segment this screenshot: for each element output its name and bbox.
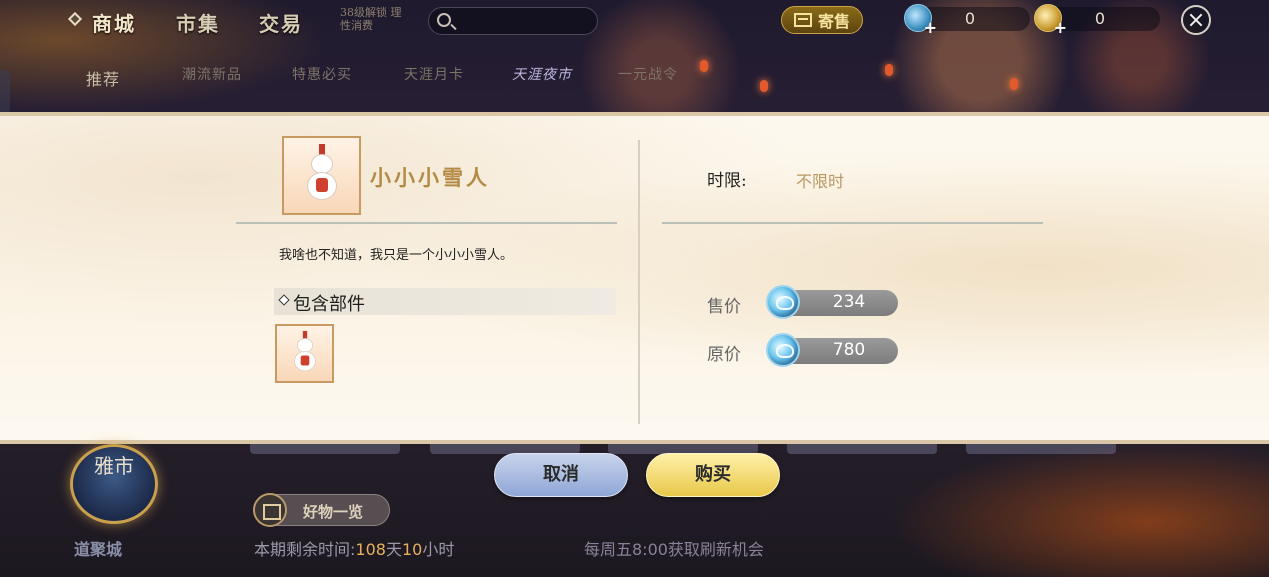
daojucheng-logo: 道聚城 [74,540,123,559]
subtab-new[interactable]: 潮流新品 [182,64,242,84]
jade-coin-icon [766,285,800,319]
part-item-slot[interactable] [275,324,334,383]
jade-coin-icon [766,333,800,367]
unlock-note: 38级解锁 理性消费 [340,6,402,32]
subtab-night-market[interactable]: 天涯夜市 [512,64,572,84]
sub-tab-bar: 推荐 潮流新品 特惠必买 天涯月卡 天涯夜市 一元战令 [0,58,760,89]
close-icon[interactable] [1181,5,1211,35]
blue-coin-add-icon[interactable] [904,4,937,37]
divider [638,140,640,424]
nav-active-indicator [67,11,83,27]
subtab-battle-pass[interactable]: 一元战令 [618,64,678,84]
gold-coin-add-icon[interactable] [1034,4,1067,37]
maple-leaves-decoration [889,442,1269,577]
lantern-icon [760,80,768,92]
item-name: 小小小雪人 [370,165,490,190]
search-icon [437,13,451,27]
shop-icon [253,493,287,527]
remaining-day-unit: 天 [385,540,402,559]
nav-tab-mall[interactable]: 商城 [92,8,136,37]
item-description: 我啥也不知道，我只是一个小小小雪人。 [279,248,514,263]
original-price-label: 原价 [707,345,741,365]
lantern-icon [885,64,893,76]
remaining-days: 108 [355,540,386,559]
remaining-time: 本期剩余时间:108天10小时 [254,536,454,560]
item-icon-frame [282,136,361,215]
consign-label: 寄售 [817,12,850,31]
subtab-monthly-card[interactable]: 天涯月卡 [404,64,464,84]
refresh-note: 每周五8:00获取刷新机会 [584,540,764,559]
original-price-pill: 780 [766,333,898,367]
search-box[interactable] [428,7,598,35]
market-emblem[interactable]: 雅市 [70,444,158,524]
remaining-hour-unit: 小时 [422,540,455,559]
top-bar: 商城 市集 交易 38级解锁 理性消费 寄售 0 0 [0,0,1269,42]
goods-overview-button[interactable]: 好物一览 [253,493,390,527]
consign-icon [793,13,812,27]
subtab-recommend[interactable]: 推荐 [86,66,156,102]
remaining-time-label: 本期剩余时间: [254,540,356,559]
blue-currency-value: 0 [964,9,976,28]
sale-price-value: 234 [832,292,866,312]
goods-overview-label: 好物一览 [303,503,364,521]
divider [662,222,1043,224]
sale-price-pill: 234 [766,285,898,319]
time-limit-label: 时限: [707,171,747,191]
lantern-icon [1010,78,1018,90]
gold-currency-value: 0 [1094,9,1106,28]
subtab-deals[interactable]: 特惠必买 [292,64,352,84]
remaining-hours: 10 [401,540,423,559]
time-limit-value: 不限时 [796,172,845,191]
diamond-bullet-icon [278,294,290,306]
product-card-edge [787,444,937,454]
nav-tab-trade[interactable]: 交易 [259,8,303,37]
search-input[interactable] [459,12,589,32]
consign-button[interactable]: 寄售 [781,6,863,34]
parts-title: 包含部件 [293,294,365,315]
nav-tab-market[interactable]: 市集 [176,8,220,37]
divider [236,222,617,224]
product-card-edge [250,444,400,454]
purchase-dialog: 小小小雪人 我啥也不知道，我只是一个小小小雪人。 包含部件 时限: 不限时 售价… [0,112,1269,444]
product-card-edge [966,444,1116,454]
sale-price-label: 售价 [707,297,741,317]
parts-section-header: 包含部件 [274,288,616,315]
cancel-button[interactable]: 取消 [494,453,628,497]
buy-button[interactable]: 购买 [646,453,780,497]
original-price-value: 780 [832,340,866,360]
